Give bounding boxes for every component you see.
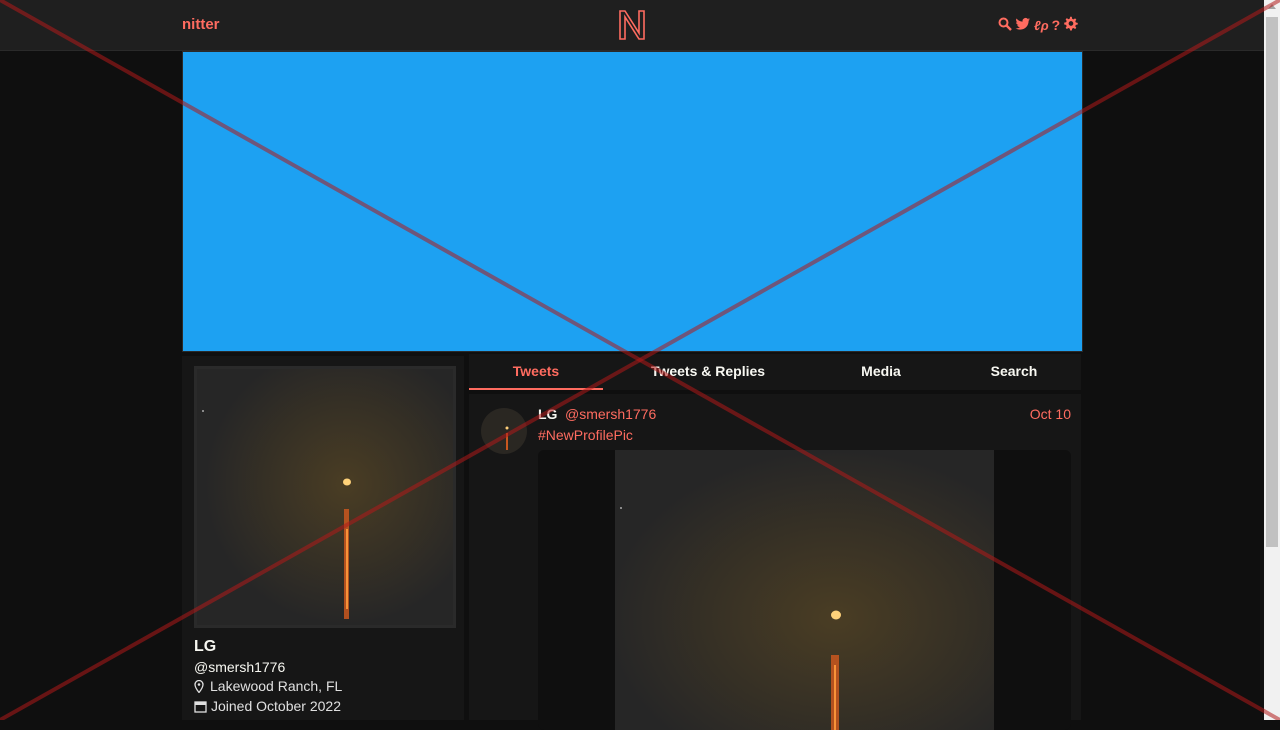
tweet-attachment	[538, 450, 1071, 730]
location-pin-icon	[194, 679, 204, 693]
tab-tweets[interactable]: Tweets	[469, 354, 603, 390]
page-scrollbar[interactable]	[1264, 0, 1280, 720]
tweet-avatar[interactable]	[481, 408, 527, 454]
profile-banner[interactable]	[182, 51, 1083, 352]
scrollbar-thumb[interactable]	[1266, 17, 1278, 547]
brand-link[interactable]: nitter	[182, 16, 220, 33]
tab-search[interactable]: Search	[974, 354, 1054, 388]
nav-icons: ℓρ ?	[998, 16, 1078, 34]
profile-fullname: LG	[194, 638, 217, 655]
tab-tweets-replies[interactable]: Tweets & Replies	[637, 354, 779, 388]
timeline: LG @smersh1776 Oct 10 #NewProfilePic	[469, 394, 1081, 730]
tweet-date[interactable]: Oct 10	[1030, 406, 1071, 422]
profile-card: LG @smersh1776 Lakewood Ranch, FL Joined…	[182, 356, 464, 720]
location-text: Lakewood Ranch, FL	[210, 678, 343, 694]
nitter-logo-icon[interactable]	[616, 8, 648, 42]
profile-picture[interactable]	[194, 366, 456, 628]
profile-joined: Joined October 2022	[194, 698, 341, 714]
help-icon[interactable]: ?	[1052, 17, 1061, 33]
calendar-icon	[194, 700, 207, 713]
profile-username[interactable]: @smersh1776	[194, 659, 285, 675]
profile-location: Lakewood Ranch, FL	[194, 678, 342, 694]
gear-icon[interactable]	[1063, 16, 1078, 34]
top-navbar: nitter ℓρ ?	[0, 0, 1264, 51]
twitter-bird-icon[interactable]	[1015, 17, 1031, 34]
tweet-username[interactable]: @smersh1776	[565, 406, 656, 422]
tweet-fullname[interactable]: LG	[538, 406, 557, 422]
tweet-hashtag[interactable]: #NewProfilePic	[538, 427, 633, 443]
tweet-image[interactable]	[615, 450, 994, 730]
scroll-up-arrow-icon[interactable]	[1268, 4, 1276, 9]
timeline-tabs: Tweets Tweets & Replies Media Search	[469, 354, 1081, 390]
rss-icon[interactable]: ℓρ	[1034, 18, 1049, 33]
joined-text: Joined October 2022	[211, 698, 341, 714]
search-icon[interactable]	[998, 17, 1012, 34]
tab-media[interactable]: Media	[841, 354, 921, 388]
